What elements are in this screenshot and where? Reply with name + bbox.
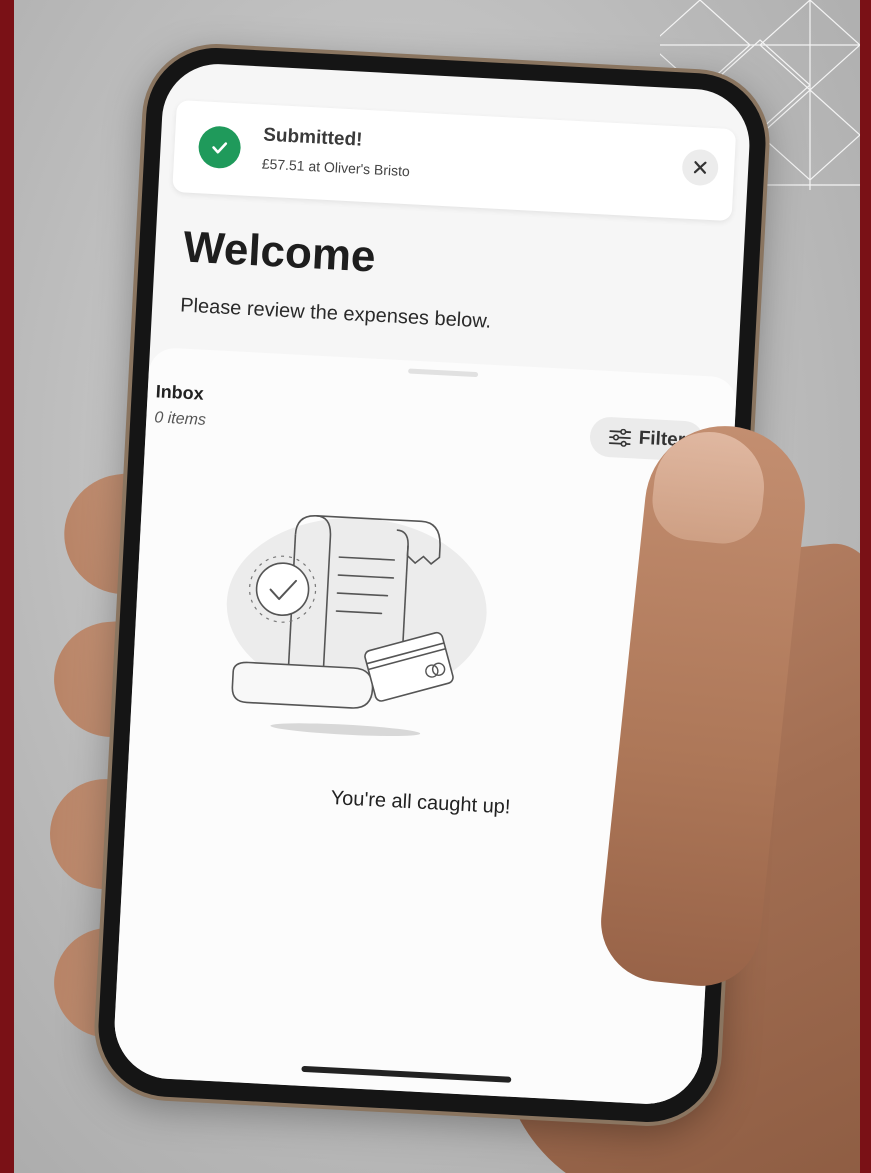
photo-background: Submitted! £57.51 at Oliver's Bristo Wel… (14, 0, 860, 1173)
inbox-count: 0 items (153, 409, 207, 429)
checkmark-icon (212, 142, 228, 154)
sliders-icon (608, 428, 631, 447)
toast-title: Submitted! (262, 124, 363, 151)
receipt-illustration (226, 515, 487, 737)
toast-subtitle: £57.51 at Oliver's Bristo (261, 155, 411, 180)
inbox-label: Inbox (155, 381, 205, 404)
page-frame: Submitted! £57.51 at Oliver's Bristo Wel… (0, 0, 871, 1173)
page-title: Welcome (182, 222, 377, 282)
close-x-icon (693, 161, 707, 174)
sheet-grabber[interactable] (408, 368, 479, 378)
close-icon[interactable] (681, 148, 720, 187)
page-subtitle: Please review the expenses below. (179, 294, 492, 333)
check-circle-icon (197, 125, 242, 170)
submitted-toast[interactable]: Submitted! £57.51 at Oliver's Bristo (172, 99, 737, 222)
